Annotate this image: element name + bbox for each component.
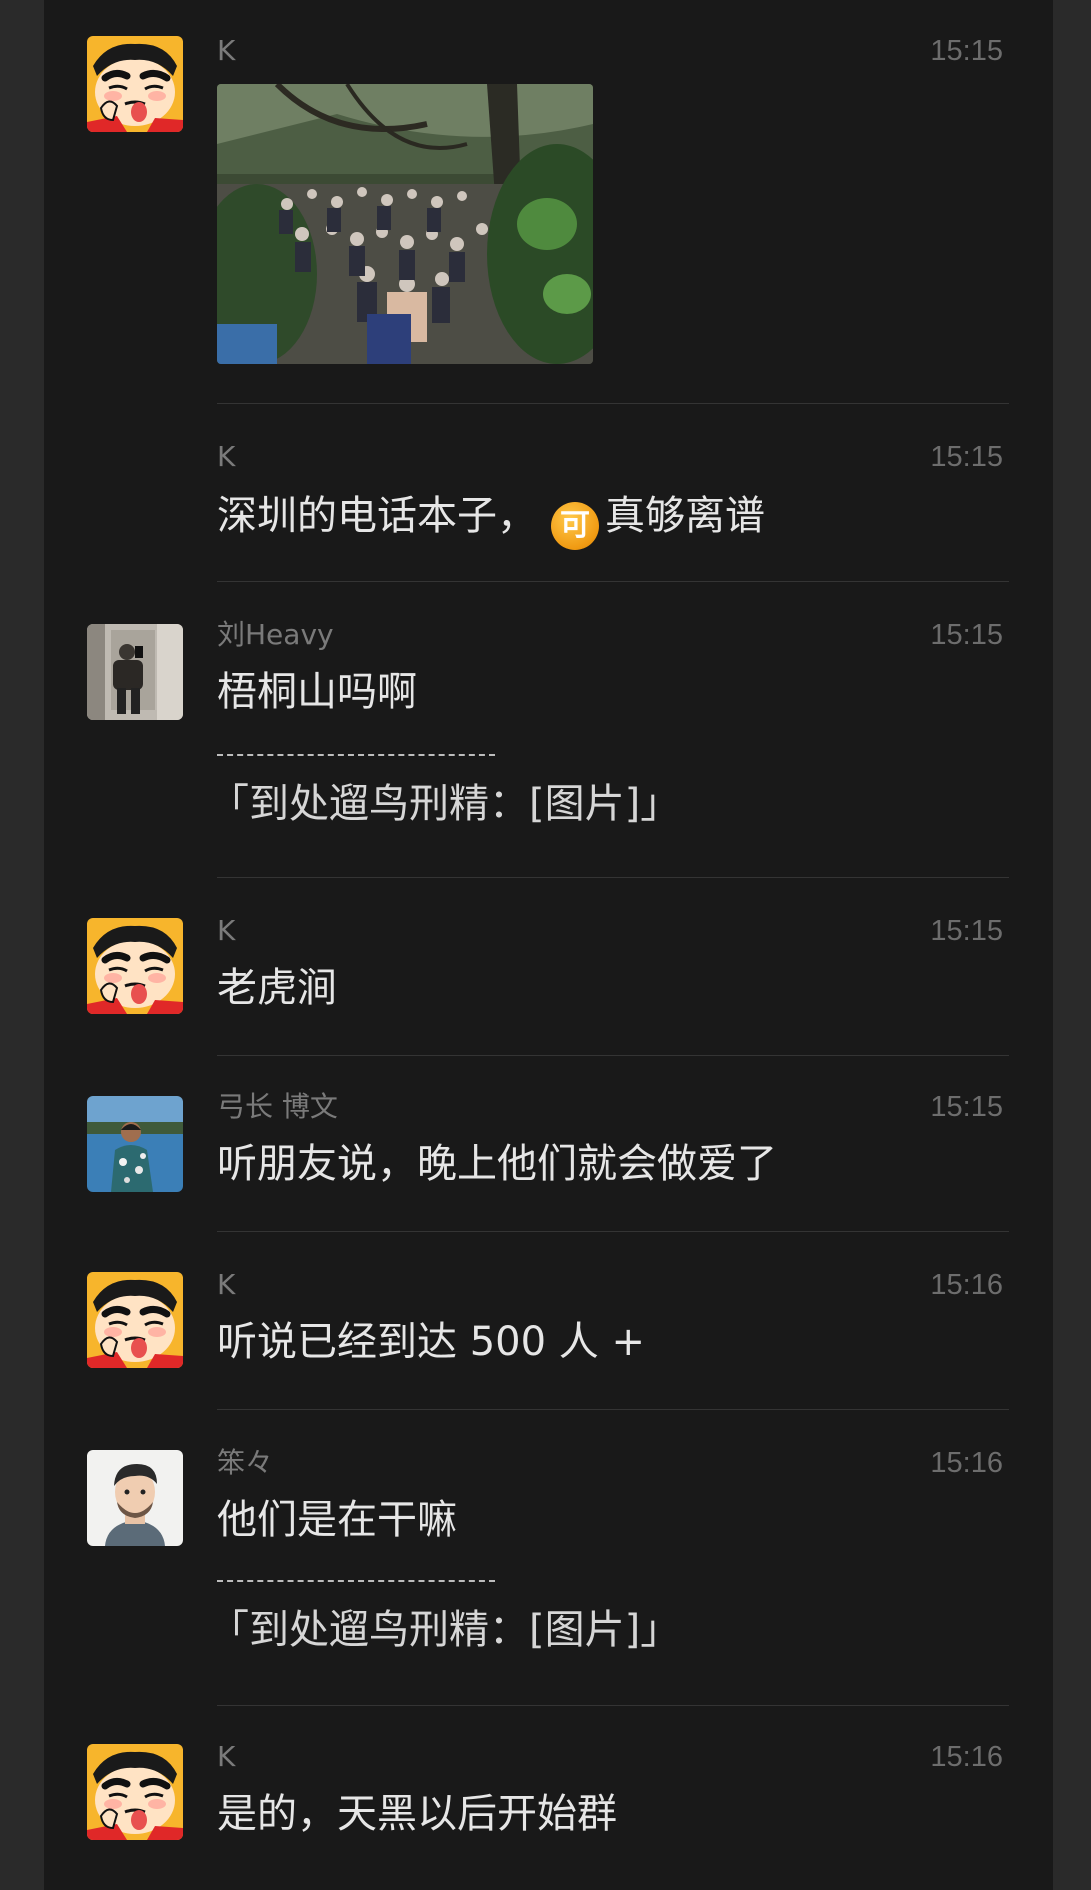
- sender-name: K: [217, 914, 236, 947]
- message-text-part: 真够离谱: [605, 493, 765, 539]
- message-text-part: 深圳的电话本子，: [217, 493, 537, 539]
- chat-message: K 15:15 深圳的电话本子， 可真够离谱: [44, 404, 1053, 582]
- chat-message: 笨々 15:16 他们是在干嘛 「到处遛鸟刑精：[图片]」: [44, 1410, 1053, 1706]
- sender-name: K: [217, 1740, 236, 1773]
- crayon-shin-chan-avatar[interactable]: [87, 1744, 183, 1840]
- sender-name: K: [217, 34, 236, 67]
- message-text: 听朋友说，晚上他们就会做爱了: [217, 1141, 777, 1187]
- man-by-sea-avatar[interactable]: [87, 1096, 183, 1192]
- sender-name: 刘Heavy: [217, 618, 334, 651]
- message-time: 15:15: [930, 915, 1003, 947]
- quote-separator: [217, 1580, 495, 1582]
- message-text: 是的，天黑以后开始群: [217, 1791, 617, 1837]
- message-text: 他们是在干嘛: [217, 1497, 457, 1543]
- message-time: 15:15: [930, 619, 1003, 651]
- chat-message: K 15:15: [44, 0, 1053, 404]
- crayon-shin-chan-avatar[interactable]: [87, 1272, 183, 1368]
- sender-name: K: [217, 440, 236, 473]
- sender-name: K: [217, 1268, 236, 1301]
- message-time: 15:15: [930, 441, 1003, 473]
- message-time: 15:16: [930, 1447, 1003, 1479]
- chat-history-panel: K 15:15 K 15:15 深圳的电话本子， 可 真够离谱 刘Heavy 1…: [44, 0, 1053, 1890]
- message-text: 深圳的电话本子， 可真够离谱: [217, 490, 765, 550]
- man-mirror-selfie-avatar[interactable]: [87, 624, 183, 720]
- message-time: 15:16: [930, 1741, 1003, 1773]
- message-text: 听说已经到达 500 人 +: [217, 1319, 646, 1365]
- message-text: 梧桐山吗啊: [217, 669, 417, 715]
- quoted-message[interactable]: 「到处遛鸟刑精：[图片]」: [209, 1604, 680, 1656]
- message-text: 老虎涧: [217, 965, 337, 1011]
- message-time: 15:16: [930, 1269, 1003, 1301]
- quote-separator: [217, 754, 495, 756]
- chat-message: 弓长 博文 15:15 听朋友说，晚上他们就会做爱了: [44, 1056, 1053, 1232]
- crayon-shin-chan-avatar[interactable]: [87, 918, 183, 1014]
- photo-crowd-in-forest[interactable]: [217, 84, 593, 364]
- chat-message: K 15:16 是的，天黑以后开始群: [44, 1706, 1053, 1890]
- ke-emoji-icon: 可: [551, 502, 599, 550]
- message-time: 15:15: [930, 35, 1003, 67]
- cartoon-man-portrait-avatar[interactable]: [87, 1450, 183, 1546]
- sender-name: 笨々: [217, 1446, 274, 1479]
- crayon-shin-chan-avatar[interactable]: [87, 36, 183, 132]
- chat-message: 刘Heavy 15:15 梧桐山吗啊 「到处遛鸟刑精：[图片]」: [44, 582, 1053, 878]
- message-time: 15:15: [930, 1091, 1003, 1123]
- chat-message: K 15:15 老虎涧: [44, 878, 1053, 1056]
- sender-name: 弓长 博文: [217, 1090, 338, 1123]
- quoted-message[interactable]: 「到处遛鸟刑精：[图片]」: [209, 778, 680, 830]
- chat-message: K 15:16 听说已经到达 500 人 +: [44, 1232, 1053, 1410]
